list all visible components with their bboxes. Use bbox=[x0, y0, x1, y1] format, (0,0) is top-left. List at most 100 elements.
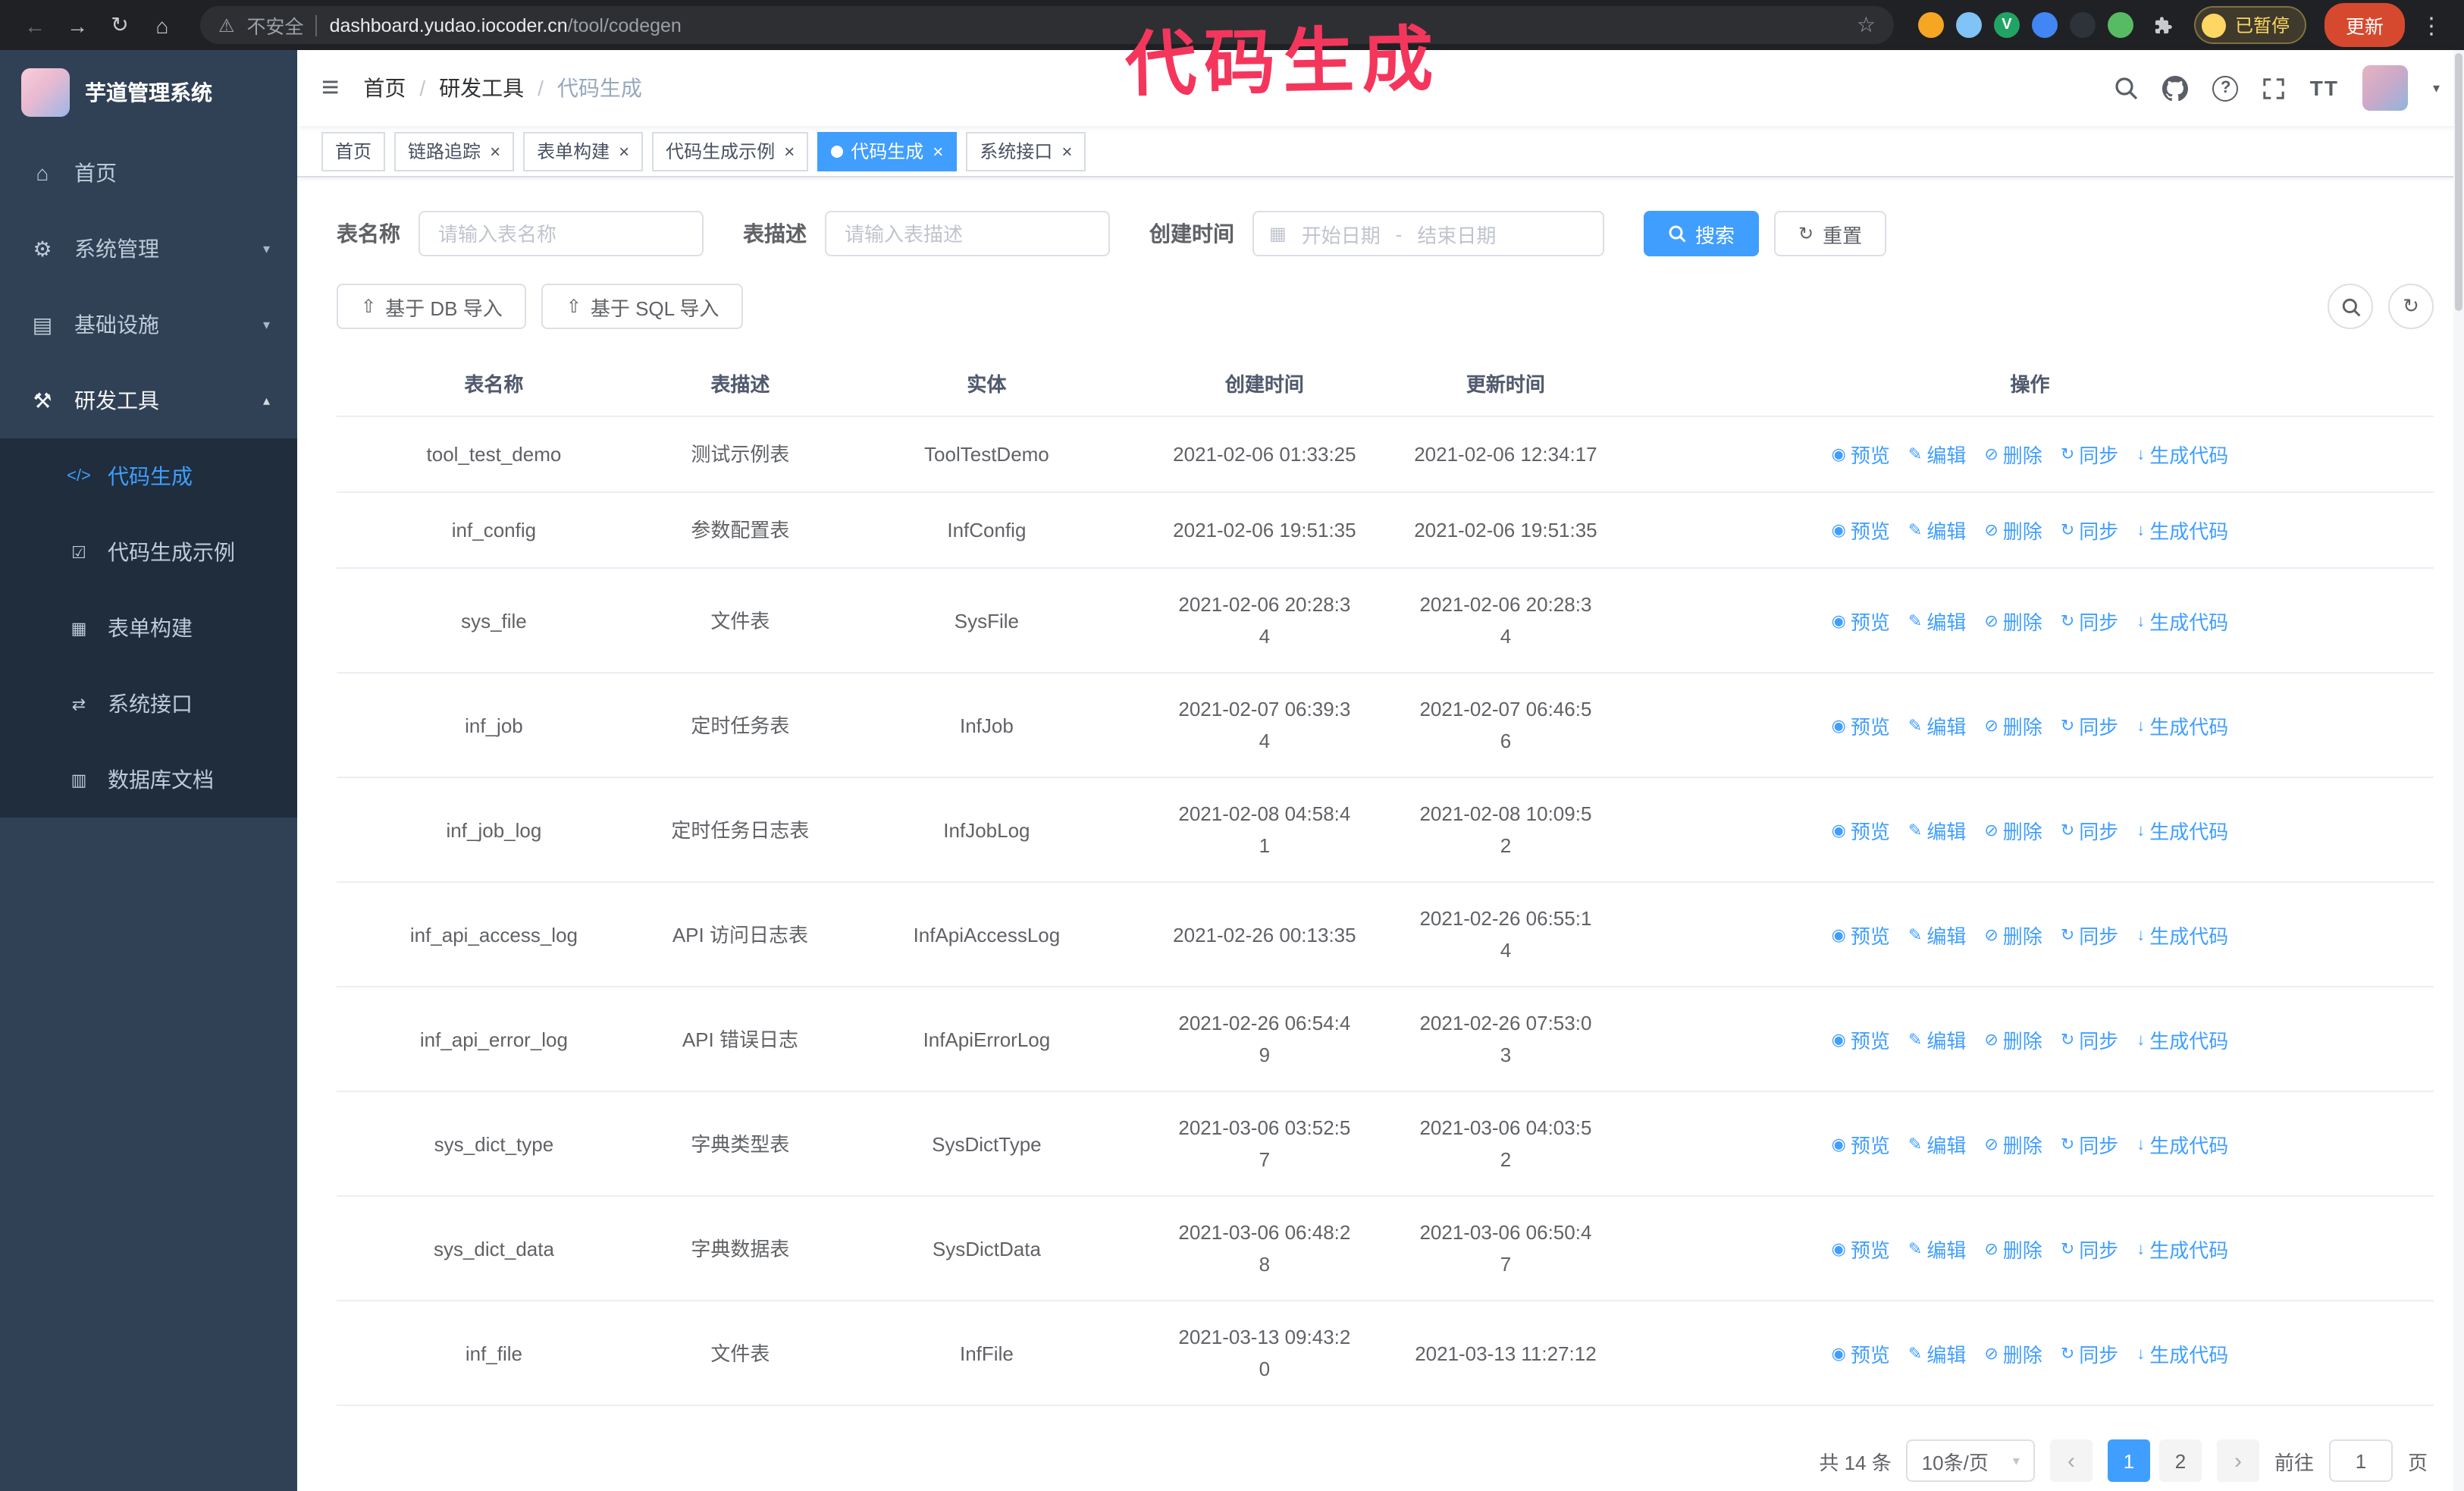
action-delete[interactable]: ⊘ 删除 bbox=[1984, 711, 2042, 742]
extension-icon-leaf[interactable] bbox=[2107, 12, 2133, 38]
action-delete[interactable]: ⊘ 删除 bbox=[1984, 440, 2042, 472]
sidebar-item-system-management[interactable]: ⚙ 系统管理 ▾ bbox=[0, 211, 297, 287]
page-button-2[interactable]: 2 bbox=[2158, 1439, 2202, 1482]
action-generate[interactable]: ↓ 生成代码 bbox=[2136, 920, 2228, 952]
reset-button[interactable]: ↻ 重置 bbox=[1774, 211, 1887, 256]
sidebar-item-home[interactable]: ⌂ 首页 bbox=[0, 135, 297, 211]
action-delete[interactable]: ⊘ 删除 bbox=[1984, 516, 2042, 548]
address-bar[interactable]: ⚠ 不安全 dashboard.yudao.iocoder.cn/tool/co… bbox=[200, 6, 1894, 44]
fullscreen-icon[interactable] bbox=[2263, 77, 2286, 99]
sidebar-item-infrastructure[interactable]: ▤ 基础设施 ▾ bbox=[0, 287, 297, 363]
help-icon[interactable]: ? bbox=[2212, 75, 2239, 101]
sidebar-subitem-codegen[interactable]: </> 代码生成 bbox=[0, 438, 297, 514]
tab-2[interactable]: 表单构建 × bbox=[523, 131, 644, 171]
tab-3[interactable]: 代码生成示例 × bbox=[652, 131, 809, 171]
action-edit[interactable]: ✎ 编辑 bbox=[1908, 1339, 1966, 1370]
tab-4[interactable]: 代码生成 × bbox=[817, 131, 958, 171]
tab-1[interactable]: 链路追踪 × bbox=[394, 131, 515, 171]
sidebar-subitem-form-builder[interactable]: ▦ 表单构建 bbox=[0, 590, 297, 666]
sidebar-subitem-system-api[interactable]: ⇄ 系统接口 bbox=[0, 666, 297, 742]
action-preview[interactable]: ◉ 预览 bbox=[1832, 1129, 1890, 1161]
scrollbar-thumb[interactable] bbox=[2455, 53, 2462, 311]
action-generate[interactable]: ↓ 生成代码 bbox=[2136, 1025, 2228, 1056]
action-preview[interactable]: ◉ 预览 bbox=[1832, 1234, 1890, 1266]
browser-menu-icon[interactable]: ⋮ bbox=[2414, 11, 2449, 39]
import-db-button[interactable]: ⇧ 基于 DB 导入 bbox=[337, 284, 527, 329]
action-delete[interactable]: ⊘ 删除 bbox=[1984, 1025, 2042, 1056]
browser-profile-chip[interactable]: 已暂停 bbox=[2193, 6, 2306, 44]
next-page-button[interactable]: › bbox=[2216, 1439, 2259, 1482]
close-icon[interactable]: × bbox=[933, 140, 943, 162]
extension-icon-dark-green[interactable] bbox=[2069, 12, 2096, 38]
app-logo[interactable]: 芋道管理系统 bbox=[0, 50, 297, 135]
refresh-button[interactable]: ↻ bbox=[2388, 284, 2434, 329]
browser-reload-icon[interactable]: ↻ bbox=[100, 5, 140, 45]
extension-icon-blue-grid[interactable] bbox=[2031, 12, 2058, 38]
goto-page-input[interactable] bbox=[2328, 1439, 2393, 1482]
action-sync[interactable]: ↻ 同步 bbox=[2061, 606, 2118, 638]
action-delete[interactable]: ⊘ 删除 bbox=[1984, 1234, 2042, 1266]
action-edit[interactable]: ✎ 编辑 bbox=[1908, 516, 1966, 548]
hamburger-icon[interactable]: ≡ bbox=[321, 71, 339, 105]
browser-back-icon[interactable]: ← bbox=[15, 5, 55, 45]
action-preview[interactable]: ◉ 预览 bbox=[1832, 606, 1890, 638]
action-generate[interactable]: ↓ 生成代码 bbox=[2136, 1339, 2228, 1370]
action-delete[interactable]: ⊘ 删除 bbox=[1984, 1129, 2042, 1161]
action-sync[interactable]: ↻ 同步 bbox=[2061, 440, 2118, 472]
action-edit[interactable]: ✎ 编辑 bbox=[1908, 711, 1966, 742]
search-button[interactable]: 搜索 bbox=[1644, 211, 1760, 256]
action-edit[interactable]: ✎ 编辑 bbox=[1908, 440, 1966, 472]
browser-home-icon[interactable]: ⌂ bbox=[143, 5, 182, 45]
caret-down-icon[interactable]: ▾ bbox=[2433, 80, 2440, 96]
close-icon[interactable]: × bbox=[490, 140, 500, 162]
font-size-icon[interactable]: TT bbox=[2310, 76, 2339, 100]
bookmark-star-icon[interactable]: ☆ bbox=[1857, 12, 1876, 38]
prev-page-button[interactable]: ‹ bbox=[2049, 1439, 2093, 1482]
extension-icon-green-v[interactable]: V bbox=[1993, 12, 2020, 38]
close-icon[interactable]: × bbox=[784, 140, 795, 162]
action-generate[interactable]: ↓ 生成代码 bbox=[2136, 815, 2228, 847]
table-name-input[interactable] bbox=[419, 211, 704, 256]
user-avatar[interactable] bbox=[2362, 65, 2409, 111]
browser-update-button[interactable]: 更新 bbox=[2324, 3, 2405, 47]
create-time-range-picker[interactable]: ▦ 开始日期 - 结束日期 bbox=[1252, 211, 1604, 256]
action-sync[interactable]: ↻ 同步 bbox=[2061, 516, 2118, 548]
action-sync[interactable]: ↻ 同步 bbox=[2061, 1339, 2118, 1370]
action-sync[interactable]: ↻ 同步 bbox=[2061, 920, 2118, 952]
action-sync[interactable]: ↻ 同步 bbox=[2061, 1025, 2118, 1056]
extension-icon-orange[interactable] bbox=[1917, 12, 1944, 38]
action-preview[interactable]: ◉ 预览 bbox=[1832, 440, 1890, 472]
browser-forward-icon[interactable]: → bbox=[58, 5, 97, 45]
action-preview[interactable]: ◉ 预览 bbox=[1832, 711, 1890, 742]
extensions-puzzle-icon[interactable] bbox=[2152, 14, 2173, 36]
action-generate[interactable]: ↓ 生成代码 bbox=[2136, 516, 2228, 548]
action-preview[interactable]: ◉ 预览 bbox=[1832, 815, 1890, 847]
action-sync[interactable]: ↻ 同步 bbox=[2061, 711, 2118, 742]
action-edit[interactable]: ✎ 编辑 bbox=[1908, 606, 1966, 638]
action-preview[interactable]: ◉ 预览 bbox=[1832, 920, 1890, 952]
tab-0[interactable]: 首页 bbox=[321, 131, 386, 171]
action-preview[interactable]: ◉ 预览 bbox=[1832, 1339, 1890, 1370]
action-generate[interactable]: ↓ 生成代码 bbox=[2136, 1234, 2228, 1266]
action-edit[interactable]: ✎ 编辑 bbox=[1908, 1129, 1966, 1161]
action-sync[interactable]: ↻ 同步 bbox=[2061, 1234, 2118, 1266]
breadcrumb-item[interactable]: 研发工具 bbox=[439, 73, 524, 103]
page-size-select[interactable]: 10条/页 ▾ bbox=[1906, 1439, 2035, 1482]
page-button-1[interactable]: 1 bbox=[2107, 1439, 2150, 1482]
action-edit[interactable]: ✎ 编辑 bbox=[1908, 1025, 1966, 1056]
scrollbar[interactable] bbox=[2453, 50, 2464, 1491]
import-sql-button[interactable]: ⇧ 基于 SQL 导入 bbox=[541, 284, 744, 329]
action-generate[interactable]: ↓ 生成代码 bbox=[2136, 440, 2228, 472]
action-preview[interactable]: ◉ 预览 bbox=[1832, 1025, 1890, 1056]
action-generate[interactable]: ↓ 生成代码 bbox=[2136, 606, 2228, 638]
action-delete[interactable]: ⊘ 删除 bbox=[1984, 606, 2042, 638]
tab-5[interactable]: 系统接口 × bbox=[966, 131, 1086, 171]
action-edit[interactable]: ✎ 编辑 bbox=[1908, 920, 1966, 952]
action-delete[interactable]: ⊘ 删除 bbox=[1984, 815, 2042, 847]
breadcrumb-item[interactable]: 首页 bbox=[363, 73, 406, 103]
action-preview[interactable]: ◉ 预览 bbox=[1832, 516, 1890, 548]
sidebar-subitem-codegen-example[interactable]: ☑ 代码生成示例 bbox=[0, 514, 297, 590]
action-sync[interactable]: ↻ 同步 bbox=[2061, 1129, 2118, 1161]
extension-icon-lightblue[interactable] bbox=[1955, 12, 1982, 38]
search-icon[interactable] bbox=[2114, 76, 2139, 100]
